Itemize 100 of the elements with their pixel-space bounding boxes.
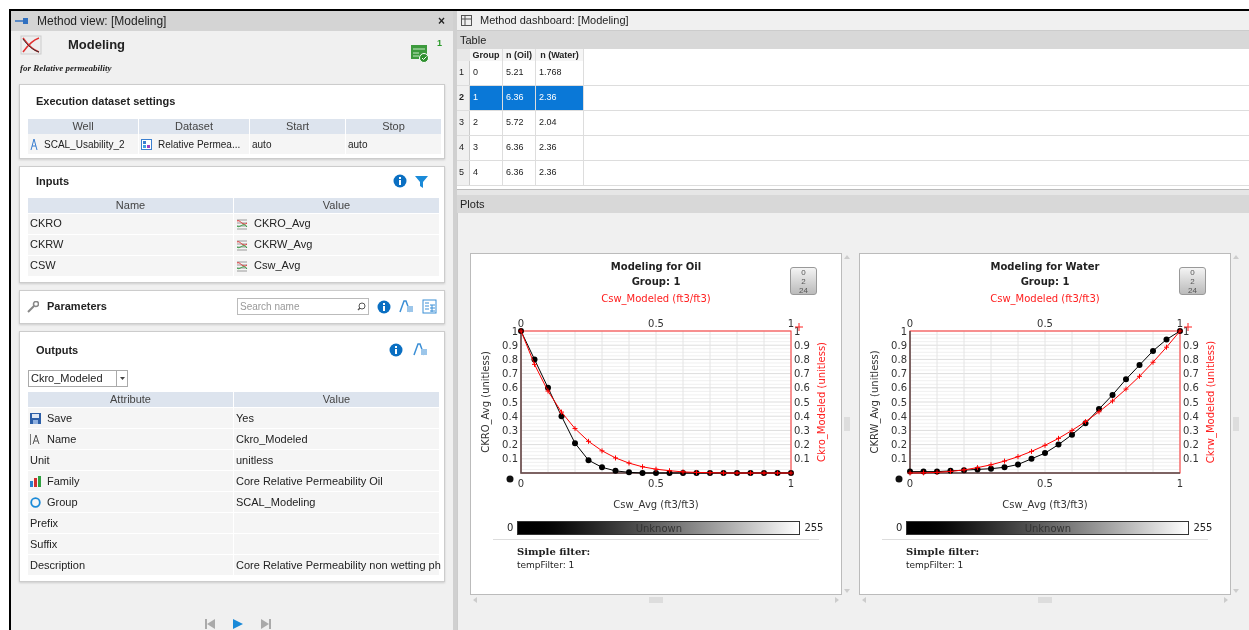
table-cell: 6.36 <box>503 161 536 185</box>
tick-label: 0.2 <box>1183 439 1199 451</box>
tick-label: 0.8 <box>794 353 810 365</box>
cell-text: Name <box>47 431 77 447</box>
table-cell: 2.36 <box>536 161 584 185</box>
colorbar-label: 0 <box>507 521 514 535</box>
filter-text: tempFilter: 1 <box>517 559 576 572</box>
column-header: Name <box>28 197 233 213</box>
tick-label: 0.8 <box>502 353 518 365</box>
table-cell: 2.36 <box>536 136 584 160</box>
section-title: Plots <box>457 195 1249 213</box>
table-cell: 3 <box>470 136 503 160</box>
axis-title: CKRO_Avg (unitless) <box>480 351 491 453</box>
cell-text: Family <box>47 473 80 489</box>
status-count: 1 <box>437 37 442 50</box>
table-cell: Prefix <box>28 513 233 533</box>
tick-label: 1 <box>1183 325 1190 337</box>
table-cell: Yes <box>234 408 439 428</box>
tick-label: 0.9 <box>1183 339 1199 351</box>
tick-label: 1 <box>787 317 795 329</box>
table-cell: 2.36 <box>536 86 584 110</box>
axis-title: Csw_Modeled (ft3/ft3) <box>601 292 711 306</box>
table-cell: CSW <box>28 255 233 276</box>
section-title: Outputs <box>36 342 80 358</box>
method-subtitle: for Relative permeability <box>20 62 113 75</box>
tick-label: 0.5 <box>794 396 810 408</box>
column-header: Value <box>234 197 439 213</box>
table-cell: 1 <box>470 86 503 110</box>
tick-label: 0.2 <box>891 439 907 451</box>
colorbar-label: 255 <box>804 521 824 535</box>
tick-label: 0.7 <box>794 368 810 380</box>
tick-label: 0.4 <box>891 410 907 422</box>
tick-label: 0.4 <box>794 410 810 422</box>
tick-label: 0.3 <box>1183 424 1199 436</box>
chart-subtitle: Group: 1 <box>1020 275 1070 289</box>
axis-title: Ckrw_Modeled (unitless) <box>1205 340 1216 464</box>
tick-label: 0.8 <box>891 353 907 365</box>
table-cell: CKRW <box>28 234 233 255</box>
tick-label: 0.6 <box>502 382 518 394</box>
column-header: Stop <box>346 119 441 134</box>
tick-label: 0.2 <box>794 439 810 451</box>
panel-title: Method dashboard: [Modeling] <box>480 13 629 29</box>
column-header: Attribute <box>28 392 233 407</box>
tick-label: 0.5 <box>502 396 518 408</box>
tick-label: 0.6 <box>1183 382 1199 394</box>
table-cell: 6.36 <box>503 136 536 160</box>
tick-label: 1 <box>900 325 907 337</box>
table-cell: CKRO <box>28 213 233 234</box>
tick-label: 0.7 <box>502 368 518 380</box>
table-cell: 0 <box>470 61 503 85</box>
tick-label: 0.3 <box>794 424 810 436</box>
tick-label: 0.5 <box>1037 477 1053 489</box>
tick-label: 0.3 <box>891 424 907 436</box>
tick-label: 0.1 <box>502 453 518 465</box>
column-header: Dataset <box>139 119 249 134</box>
tick-label: 0.9 <box>502 339 518 351</box>
tick-label: 0 <box>906 317 914 329</box>
column-header: Well <box>28 119 138 134</box>
table-cell: Core Relative Permeability non wetting ph <box>234 555 439 575</box>
table-cell: 1.768 <box>536 61 584 85</box>
tick-label: 0.5 <box>891 396 907 408</box>
table-cell: auto <box>250 134 345 154</box>
tick-label: 0.9 <box>891 339 907 351</box>
tick-label: 0.7 <box>1183 368 1199 380</box>
tick-label: 0 <box>517 477 525 489</box>
tick-label: 0.5 <box>1037 317 1053 329</box>
section-title: Inputs <box>36 174 70 189</box>
table-cell: unitless <box>234 450 439 470</box>
table-cell: 2.04 <box>536 111 584 135</box>
cell-text: CKRW_Avg <box>254 237 313 253</box>
tick-label: 0.7 <box>891 368 907 380</box>
tick-label: 0.1 <box>891 453 907 465</box>
chart-subtitle: Group: 1 <box>631 275 681 289</box>
tick-label: 0.4 <box>1183 410 1199 422</box>
tick-label: 1 <box>794 325 801 337</box>
tick-label: 0.1 <box>1183 453 1199 465</box>
colorbar-label: 0 <box>896 521 903 535</box>
table-cell: 5.21 <box>503 61 536 85</box>
table-cell: 5.72 <box>503 111 536 135</box>
cell-text: SCAL_Usability_2 <box>44 137 125 152</box>
tick-label: 0.5 <box>648 477 664 489</box>
chart-title: Modeling for Water <box>990 260 1100 274</box>
chart-title: Modeling for Oil <box>610 260 702 274</box>
table-cell: 6.36 <box>503 86 536 110</box>
tick-label: 0.1 <box>794 453 810 465</box>
cell-text: Save <box>47 410 73 426</box>
cell-text: CKRO_Avg <box>254 216 311 232</box>
axis-title: Csw_Avg (ft3/ft3) <box>613 499 699 510</box>
section-title: Table <box>457 31 1249 49</box>
tick-label: 1 <box>511 325 518 337</box>
filter-title: Simple filter: <box>517 545 592 559</box>
tick-label: 0.4 <box>502 410 518 422</box>
table-cell: Description <box>28 555 233 575</box>
tick-label: 0 <box>517 317 525 329</box>
axis-title: Ckro_Modeled (unitless) <box>816 342 827 462</box>
tick-label: 0.6 <box>794 382 810 394</box>
table-cell: SCAL_Modeling <box>234 492 439 512</box>
axis-title: Csw_Modeled (ft3/ft3) <box>990 292 1100 306</box>
axis-title: Csw_Avg (ft3/ft3) <box>1002 499 1088 510</box>
tick-label: 0 <box>906 477 914 489</box>
